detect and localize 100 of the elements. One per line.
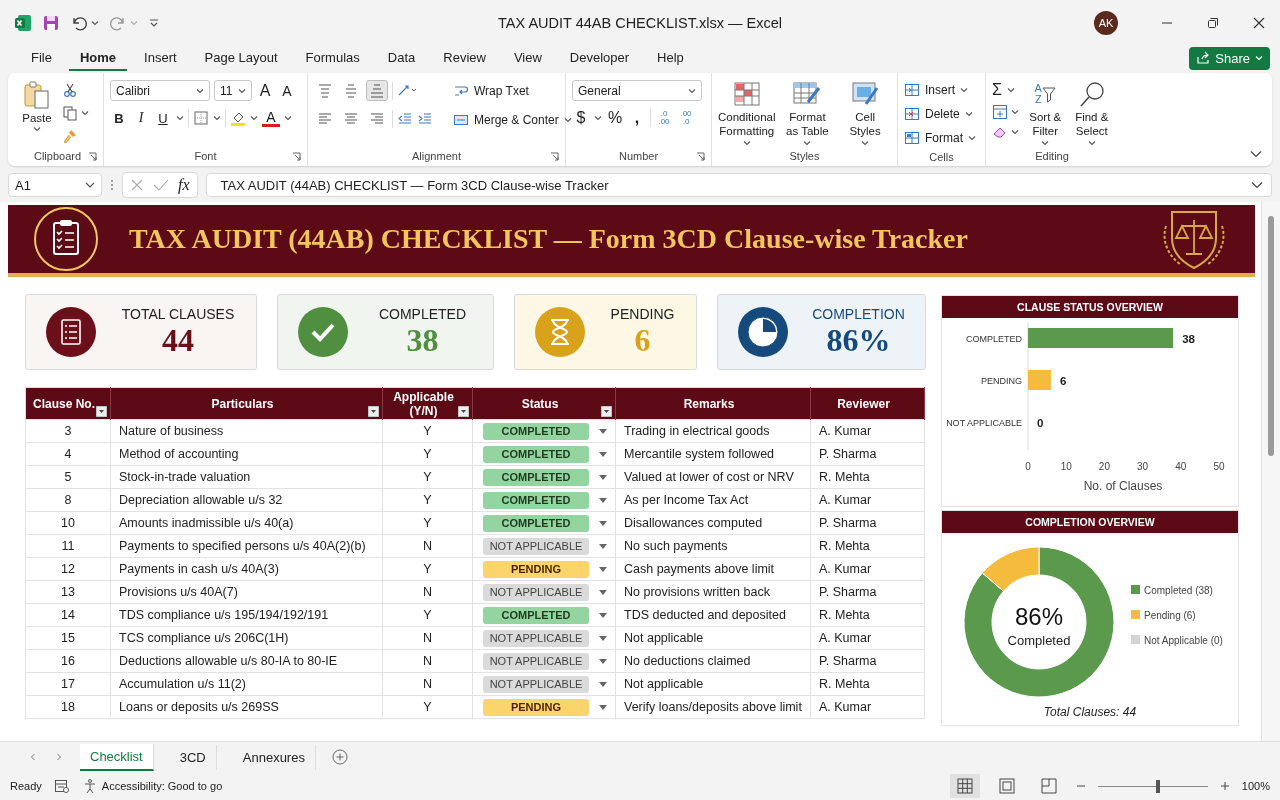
table-cell: TCS compliance u/s 206C(1H) (110, 626, 383, 650)
increase-decimal-button[interactable]: .0 .00 (655, 110, 673, 126)
conditional-formatting-button[interactable]: Conditional Formatting (718, 80, 776, 146)
shrink-font-button[interactable]: A (278, 80, 296, 101)
increase-indent-icon[interactable] (417, 110, 433, 127)
caret-icon[interactable] (213, 115, 221, 121)
copy-icon[interactable] (62, 105, 78, 121)
dropdown-icon[interactable] (599, 589, 607, 595)
bold-button[interactable]: B (110, 108, 128, 128)
filter-dropdown-icon[interactable] (601, 406, 612, 417)
menu-tab[interactable]: Help (646, 45, 695, 71)
macro-recording-icon[interactable] (53, 779, 70, 793)
caret-icon[interactable] (284, 115, 292, 121)
insert-function-button[interactable]: fx (178, 176, 190, 194)
decrease-indent-icon[interactable] (397, 110, 413, 127)
menu-tab[interactable]: View (502, 45, 553, 71)
sheet-tab[interactable]: Annexures (232, 744, 316, 770)
wrap-text-icon (453, 83, 469, 99)
menu-tab[interactable]: Data (376, 45, 427, 71)
insert-cells-button[interactable]: Insert (904, 80, 968, 100)
caret-icon[interactable] (250, 115, 258, 121)
paste-button[interactable]: Paste (18, 80, 56, 132)
user-avatar[interactable]: AK (1094, 10, 1118, 35)
dialog-launcher-icon[interactable] (292, 152, 301, 161)
formula-field[interactable]: TAX AUDIT (44AB) CHECKLIST — Form 3CD Clause-wise Tracker (205, 173, 1272, 197)
dropdown-icon[interactable] (599, 474, 607, 480)
dropdown-icon[interactable] (599, 428, 607, 434)
menu-tab[interactable]: Review (432, 45, 497, 71)
dropdown-icon[interactable] (599, 704, 607, 710)
group-label: Number (618, 150, 659, 162)
font-size-field[interactable]: 11 (214, 80, 252, 101)
italic-button[interactable]: I (132, 108, 150, 128)
zoom-in-icon[interactable] (1219, 781, 1230, 791)
menu-tab[interactable]: Page Layout (193, 45, 289, 71)
dropdown-icon[interactable] (599, 566, 607, 572)
name-box[interactable]: A1 (8, 173, 102, 197)
cut-icon[interactable] (62, 82, 78, 98)
underline-button[interactable]: U (154, 108, 172, 128)
sheet-tab[interactable]: Checklist (80, 743, 154, 771)
sort-filter-button[interactable]: A Z Sort & Filter (1025, 80, 1066, 146)
menu-tab[interactable]: Insert (133, 45, 188, 71)
table-cell: Deductions allowable u/s 80-IA to 80-IE (110, 649, 383, 673)
dropdown-icon[interactable] (599, 612, 607, 618)
dropdown-icon[interactable] (599, 543, 607, 549)
delete-cells-button[interactable]: Delete (904, 104, 973, 124)
collapse-ribbon-icon[interactable] (1250, 150, 1262, 158)
grow-font-button[interactable]: A (256, 80, 274, 101)
caret-icon[interactable] (91, 19, 99, 26)
menu-tab[interactable]: Home (68, 45, 128, 71)
dialog-launcher-icon[interactable] (550, 152, 559, 161)
dropdown-icon[interactable] (599, 681, 607, 687)
currency-button[interactable]: $ (572, 108, 590, 128)
restore-icon[interactable] (1206, 15, 1220, 30)
dropdown-icon[interactable] (599, 497, 607, 503)
format-as-table-button[interactable]: Format as Table (781, 80, 834, 146)
caret-icon[interactable] (176, 115, 184, 121)
menu-tab[interactable]: Developer (558, 45, 641, 71)
table-cell: No such payments (615, 534, 811, 558)
number-format-field[interactable]: General (572, 80, 702, 101)
caret-icon[interactable] (81, 110, 89, 116)
dialog-launcher-icon[interactable] (88, 152, 97, 161)
percent-button[interactable]: % (606, 108, 624, 128)
normal-view-icon[interactable] (949, 774, 980, 798)
filter-dropdown-icon[interactable] (368, 406, 379, 417)
autosum-button[interactable]: Σ (992, 80, 1019, 100)
caret-icon[interactable] (1011, 109, 1019, 115)
dropdown-icon[interactable] (599, 658, 607, 664)
dropdown-icon[interactable] (599, 520, 607, 526)
font-name-field[interactable]: Calibri (110, 80, 210, 101)
fill-color-icon[interactable] (230, 110, 246, 126)
filter-dropdown-icon[interactable] (96, 406, 107, 417)
share-button[interactable]: Share (1189, 46, 1270, 70)
caret-icon[interactable] (594, 115, 602, 121)
dropdown-icon[interactable] (599, 451, 607, 457)
decrease-decimal-button[interactable]: .00 .0 (677, 110, 695, 126)
font-color-button[interactable]: A (262, 109, 280, 127)
vertical-scrollbar[interactable] (1261, 202, 1280, 741)
caret-icon[interactable] (1011, 129, 1019, 135)
wrap-text-button[interactable]: Wrap Txet (453, 80, 572, 102)
legend-label: Pending (6) (1144, 610, 1196, 621)
fill-icon[interactable] (992, 104, 1008, 120)
format-cells-button[interactable]: Format (904, 128, 976, 148)
dialog-launcher-icon[interactable] (696, 152, 705, 161)
customize-toolbar-icon[interactable] (148, 16, 160, 29)
borders-icon[interactable] (193, 110, 209, 126)
sheet-tab[interactable]: 3CD (169, 744, 217, 770)
zoom-level[interactable]: 100% (1241, 780, 1270, 792)
find-select-button[interactable]: Find & Select (1071, 80, 1112, 146)
save-icon[interactable] (42, 13, 60, 32)
menu-tab[interactable]: Formulas (294, 45, 371, 71)
comma-style-button[interactable]: , (628, 108, 646, 128)
merge-center-button[interactable]: Merge & Conter (453, 109, 572, 131)
dropdown-icon[interactable] (599, 635, 607, 641)
close-icon[interactable] (1252, 15, 1266, 30)
excel-logo-icon[interactable] (14, 13, 32, 32)
cell-styles-button[interactable]: Cell Styles (839, 80, 891, 146)
filter-dropdown-icon[interactable] (458, 406, 469, 417)
accessibility-status[interactable]: Accessibility: Good to go (81, 778, 223, 794)
menu-tab[interactable]: File (20, 45, 63, 71)
add-sheet-icon[interactable] (331, 749, 348, 765)
